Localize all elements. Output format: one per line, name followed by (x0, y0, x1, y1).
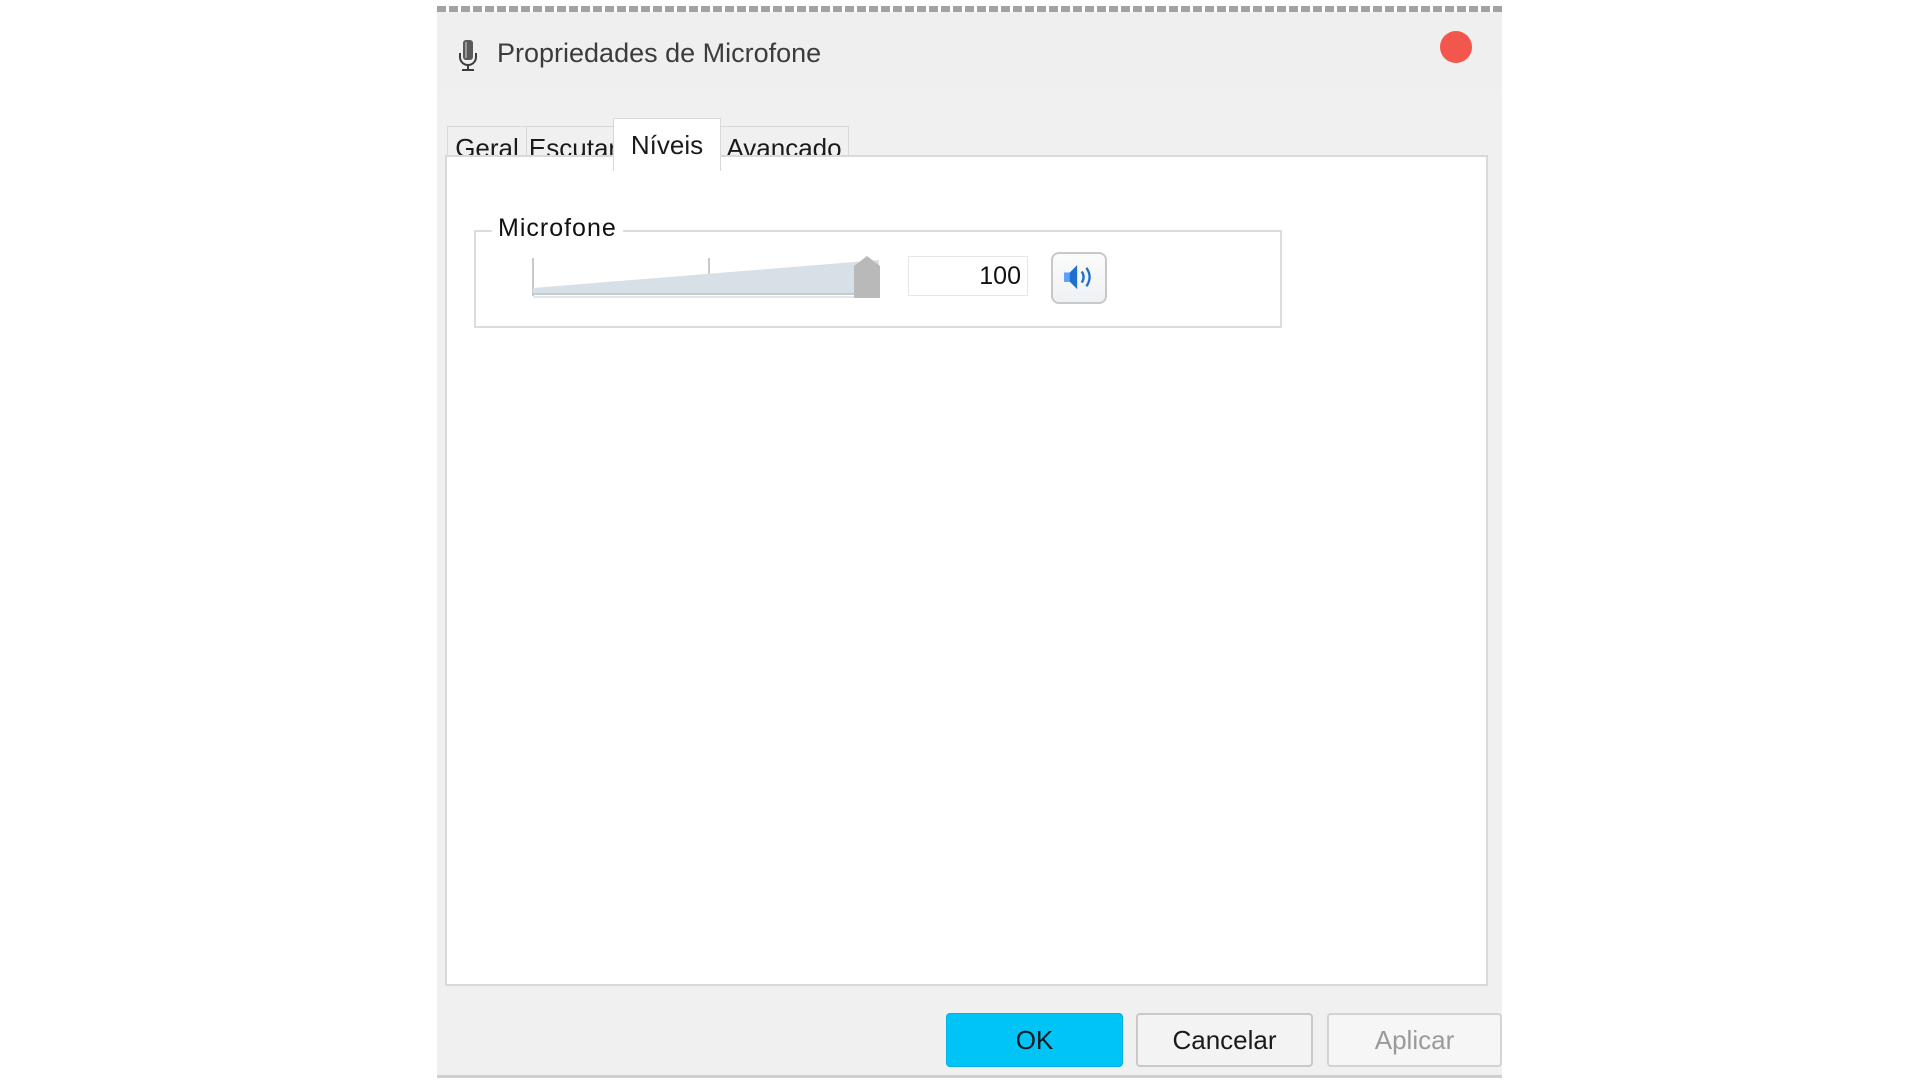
title-bar[interactable]: Propriedades de Microfone (437, 12, 1502, 90)
levels-panel: Microfone (445, 155, 1488, 986)
microphone-properties-dialog: Propriedades de Microfone Geral Escutar … (437, 12, 1502, 1078)
group-label: Microfone (492, 214, 623, 243)
speaker-icon (1064, 265, 1091, 290)
window-title: Propriedades de Microfone (497, 38, 822, 68)
microphone-level-group: Microfone (474, 214, 1282, 328)
close-button[interactable] (1440, 31, 1472, 63)
apply-button[interactable]: Aplicar (1327, 1013, 1502, 1067)
microphone-icon (459, 40, 477, 71)
mute-toggle-button[interactable] (1051, 252, 1107, 304)
tab-niveis[interactable]: Níveis (613, 118, 721, 171)
cancel-button[interactable]: Cancelar (1136, 1013, 1313, 1067)
level-value-input[interactable] (908, 256, 1028, 296)
ok-button[interactable]: OK (946, 1013, 1123, 1067)
microphone-level-slider[interactable] (531, 254, 883, 314)
screen: Propriedades de Microfone Geral Escutar … (0, 0, 1920, 1080)
